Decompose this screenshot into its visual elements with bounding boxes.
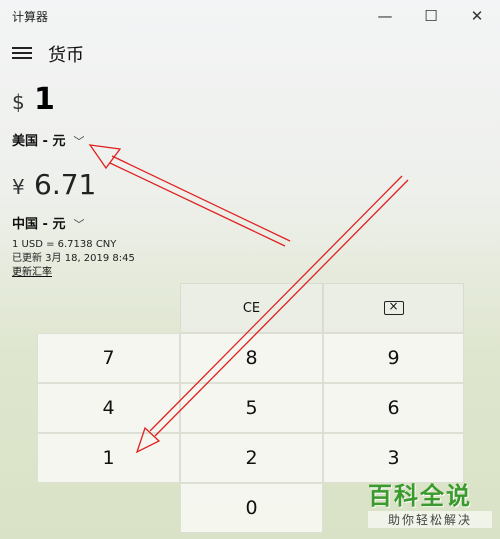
watermark-logo: 百科全说 助你轻松解决 <box>368 476 492 532</box>
arrow-to-currency-dropdown <box>88 144 291 247</box>
watermark-title: 百科全说 <box>368 482 472 510</box>
arrow-to-key-1 <box>135 175 409 454</box>
annotation-arrows <box>88 144 409 454</box>
watermark-subtitle: 助你轻松解决 <box>368 511 492 528</box>
